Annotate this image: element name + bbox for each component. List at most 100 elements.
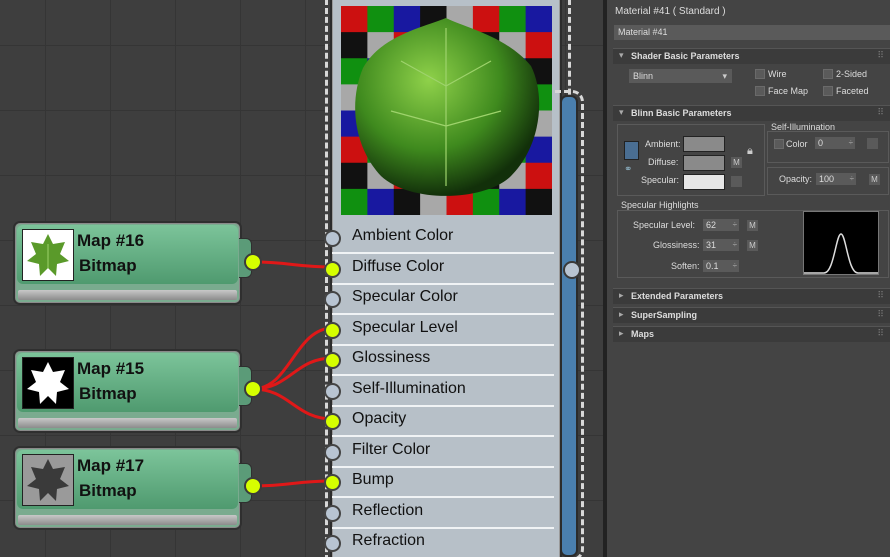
slot-label: Ambient Color [352, 227, 454, 244]
wire-checkbox[interactable] [755, 69, 765, 79]
face-map-label: Face Map [768, 86, 809, 96]
leaf-bump-icon [22, 454, 74, 506]
panel-title: Material #41 ( Standard ) [615, 6, 726, 17]
slot-reflection[interactable]: Reflection [324, 499, 554, 529]
diffuse-map-button[interactable]: M [731, 157, 742, 168]
rollout-shader-basic[interactable]: ▾ Shader Basic Parameters ⠿ [613, 48, 890, 64]
slot-label: Opacity [352, 410, 407, 427]
wire-diffuse [252, 260, 334, 269]
opacity-spinner[interactable]: 100 [816, 173, 856, 185]
spec-level-spinner[interactable]: 62 [703, 219, 739, 231]
material-name-field[interactable]: Material #41 [614, 25, 890, 40]
self-illum-color-checkbox[interactable] [774, 139, 784, 149]
slot-refraction[interactable]: Refraction [324, 529, 554, 557]
wire-glossiness [252, 356, 334, 391]
rollout-extended[interactable]: ▸ Extended Parameters ⠿ [613, 288, 890, 304]
lock-icon[interactable]: 🔒︎ [747, 145, 753, 158]
slot-label: Glossiness [352, 349, 431, 366]
collapse-arrow-icon: ▾ [619, 50, 624, 60]
slot-input-socket[interactable] [324, 291, 341, 308]
two-sided-label: 2-Sided [836, 69, 868, 79]
glossiness-label: Glossiness: [653, 240, 700, 250]
slot-input-socket[interactable] [324, 504, 341, 522]
map-15-output-socket[interactable] [244, 380, 262, 398]
slot-filter-color[interactable]: Filter Color [324, 438, 554, 468]
slot-label: Diffuse Color [352, 257, 445, 275]
rollout-blinn-basic[interactable]: ▾ Blinn Basic Parameters ⠿ [613, 105, 890, 121]
slot-label: Filter Color [352, 440, 431, 458]
map-17-output-socket[interactable] [244, 477, 262, 495]
slot-glossiness[interactable]: Glossiness [324, 346, 554, 376]
ambient-label: Ambient: [645, 139, 681, 149]
two-sided-checkbox[interactable] [823, 69, 833, 79]
face-map-checkbox[interactable] [755, 86, 765, 96]
node-type: Bitmap [79, 384, 137, 403]
wire-bump [252, 479, 334, 488]
diffuse-color-swatch[interactable] [683, 155, 725, 171]
material-output-socket[interactable] [563, 261, 581, 279]
link-specular-icon[interactable]: ⚭ [624, 164, 637, 177]
spec-level-label: Specular Level: [633, 220, 696, 230]
material-output-bar [560, 95, 578, 557]
map-node-17[interactable]: Map #17 Bitmap [13, 446, 252, 530]
map-node-16[interactable]: Map #16 Bitmap [13, 221, 252, 305]
opacity-map-button[interactable]: M [869, 174, 880, 185]
specular-map-button[interactable] [731, 176, 742, 187]
wire-opacity [252, 387, 334, 421]
slot-input-socket[interactable] [324, 352, 341, 369]
slot-label: Bump [352, 471, 394, 488]
glossiness-map-button[interactable]: M [747, 240, 758, 251]
expand-arrow-icon: ▸ [619, 290, 624, 300]
soften-label: Soften: [671, 261, 700, 271]
slot-ambient-color[interactable]: Ambient Color [324, 224, 554, 254]
leaf-mask-icon [22, 357, 74, 409]
soften-spinner[interactable]: 0.1 [703, 260, 739, 272]
map-16-output-socket[interactable] [244, 253, 262, 271]
leaf-color-icon [22, 229, 74, 281]
expand-arrow-icon: ▸ [619, 309, 624, 319]
slot-input-socket[interactable] [324, 535, 341, 552]
slot-specular-color[interactable]: Specular Color [324, 285, 554, 315]
self-illum-color-label: Color [786, 139, 808, 149]
expand-arrow-icon: ▸ [619, 328, 624, 338]
rollout-maps[interactable]: ▸ Maps ⠿ [613, 326, 890, 342]
spec-level-map-button[interactable]: M [747, 220, 758, 231]
slot-input-socket[interactable] [324, 321, 341, 339]
diffuse-label: Diffuse: [648, 157, 679, 167]
shader-select[interactable]: Blinn [629, 69, 732, 83]
slot-input-socket[interactable] [324, 413, 341, 430]
specular-label: Specular: [641, 175, 680, 185]
slot-label: Reflection [352, 501, 424, 519]
node-title: Map #15 [77, 359, 145, 378]
slot-label: Specular Level [352, 318, 458, 336]
slot-self-illumination[interactable]: Self-Illumination [324, 377, 554, 407]
self-illum-map-button[interactable] [867, 138, 878, 149]
glossiness-spinner[interactable]: 31 [703, 239, 739, 251]
drag-handle-icon: ⠿ [877, 290, 884, 300]
slot-input-socket[interactable] [324, 260, 341, 278]
node-title: Map #17 [77, 456, 145, 475]
slot-input-socket[interactable] [324, 382, 341, 400]
slot-specular-level[interactable]: Specular Level [324, 316, 554, 346]
faceted-checkbox[interactable] [823, 86, 833, 96]
slot-opacity[interactable]: Opacity [324, 407, 554, 437]
wire-label: Wire [768, 69, 787, 79]
slot-label: Specular Color [352, 288, 458, 305]
node-editor-canvas[interactable]: Map #16 Bitmap Map #15 Bitmap Map #17 Bi… [0, 0, 603, 557]
rollout-supersampling[interactable]: ▸ SuperSampling ⠿ [613, 307, 890, 323]
slot-label: Refraction [352, 532, 425, 549]
slot-input-socket[interactable] [324, 443, 341, 461]
ambient-color-swatch[interactable] [683, 136, 725, 152]
node-title: Map #16 [77, 231, 145, 250]
slot-label: Self-Illumination [352, 379, 466, 397]
drag-handle-icon: ⠿ [877, 50, 884, 60]
slot-input-socket[interactable] [324, 230, 341, 247]
drag-handle-icon: ⠿ [877, 107, 884, 117]
map-node-15[interactable]: Map #15 Bitmap [13, 349, 252, 433]
slot-diffuse-color[interactable]: Diffuse Color [324, 255, 554, 285]
lock-ambient-diffuse-icon[interactable] [624, 141, 639, 160]
slot-input-socket[interactable] [324, 474, 341, 491]
self-illum-spinner[interactable]: 0 [815, 137, 855, 149]
slot-bump[interactable]: Bump [324, 468, 554, 498]
specular-color-swatch[interactable] [683, 174, 725, 190]
